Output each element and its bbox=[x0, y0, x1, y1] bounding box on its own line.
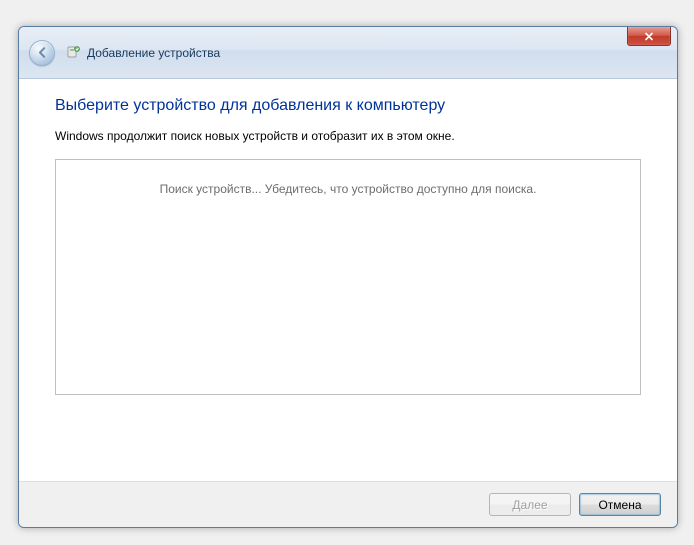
dialog-window: Добавление устройства Выберите устройств… bbox=[18, 26, 678, 528]
back-arrow-icon bbox=[36, 46, 49, 59]
cancel-button[interactable]: Отмена bbox=[579, 493, 661, 516]
page-heading: Выберите устройство для добавления к ком… bbox=[55, 97, 641, 115]
content-area: Выберите устройство для добавления к ком… bbox=[19, 79, 677, 481]
back-button[interactable] bbox=[29, 40, 55, 66]
page-subtext: Windows продолжит поиск новых устройств … bbox=[55, 129, 641, 143]
device-list[interactable]: Поиск устройств... Убедитесь, что устрой… bbox=[55, 159, 641, 395]
device-icon bbox=[65, 45, 81, 61]
searching-status: Поиск устройств... Убедитесь, что устрой… bbox=[160, 182, 537, 196]
close-icon bbox=[644, 32, 654, 41]
next-button: Далее bbox=[489, 493, 571, 516]
titlebar: Добавление устройства bbox=[19, 27, 677, 79]
close-button[interactable] bbox=[627, 27, 671, 46]
window-title: Добавление устройства bbox=[87, 46, 220, 60]
dialog-footer: Далее Отмена bbox=[19, 481, 677, 527]
